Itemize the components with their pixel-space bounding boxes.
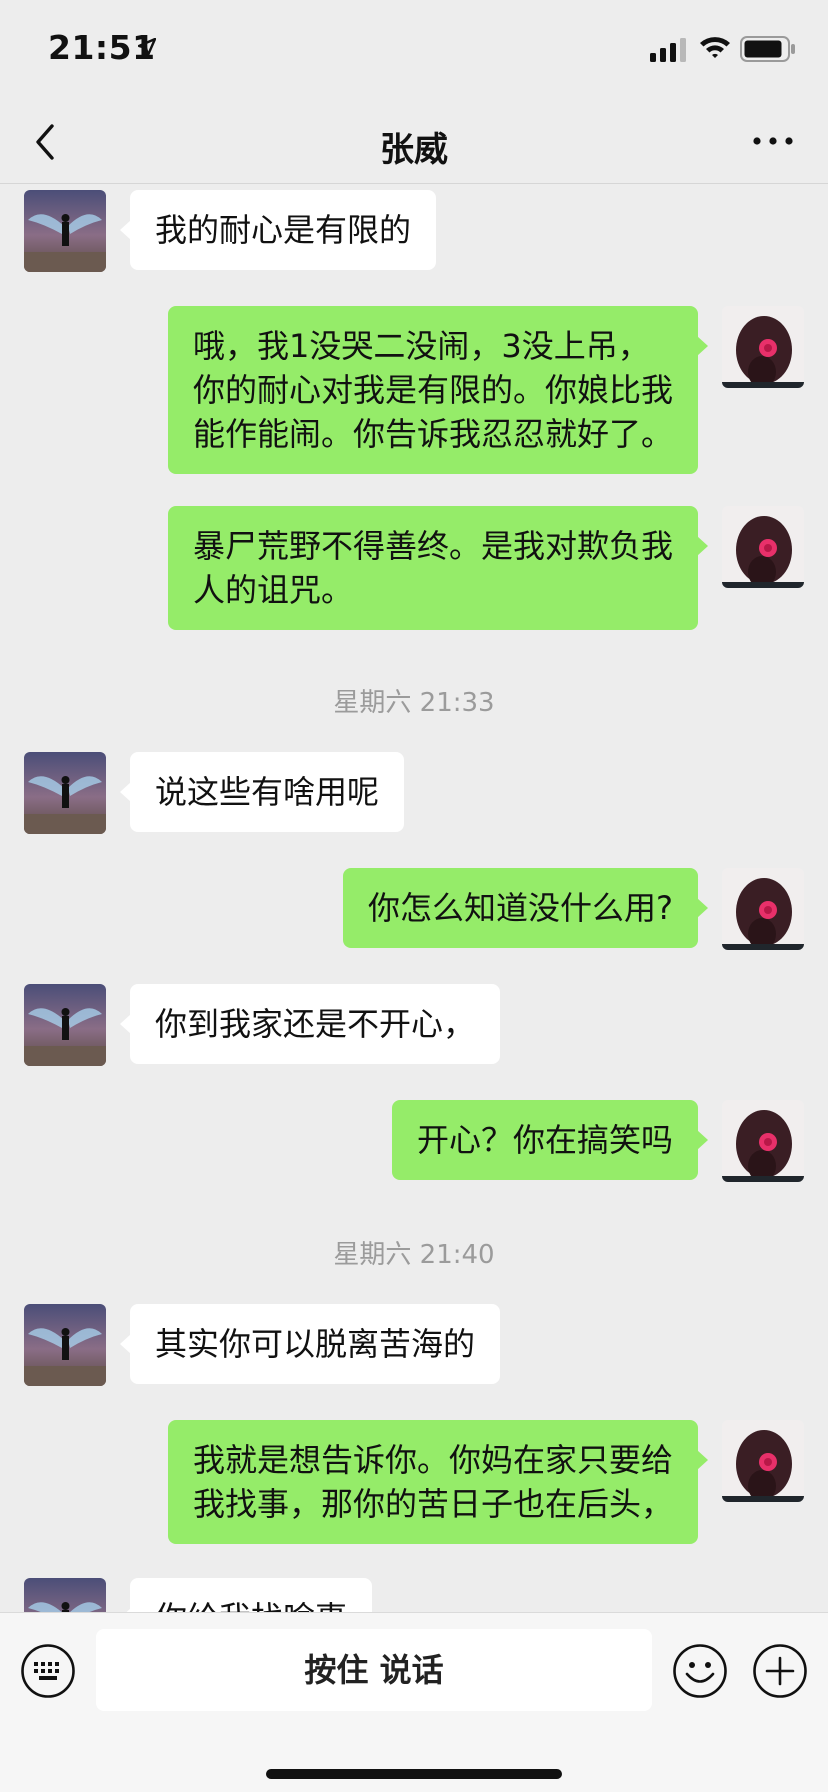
more-icon[interactable] <box>748 126 798 156</box>
my-avatar[interactable] <box>722 1100 804 1182</box>
my-avatar[interactable] <box>722 1420 804 1502</box>
received-message[interactable]: 说这些有啥用呢 <box>119 752 405 832</box>
location-arrow-icon <box>138 38 156 56</box>
contact-avatar[interactable] <box>24 1304 106 1386</box>
sent-message[interactable]: 你怎么知道没什么用? <box>343 868 708 948</box>
status-bar: 21:51 <box>0 0 828 100</box>
message-list[interactable]: 我的耐心是有限的 哦，我1没哭二没闹，3没上吊， 你的耐心对我是有限的。你娘比我… <box>0 184 828 1612</box>
signal-icon <box>650 38 686 62</box>
contact-avatar[interactable] <box>24 752 106 834</box>
plus-icon[interactable] <box>752 1643 808 1699</box>
nav-bar: 张威 <box>0 100 828 184</box>
timestamp: 星期六 21:40 <box>333 1240 495 1270</box>
received-message[interactable]: 我的耐心是有限的 <box>119 190 437 270</box>
input-bar: 按住 说话 <box>0 1612 828 1792</box>
received-message[interactable]: 你到我家还是不开心， <box>119 984 501 1064</box>
sent-message[interactable]: 我就是想告诉你。你妈在家只要给 我找事，那你的苦日子也在后头， <box>167 1420 709 1544</box>
received-message[interactable]: 你给我找啥事 <box>119 1578 373 1612</box>
sent-message[interactable]: 哦，我1没哭二没闹，3没上吊， 你的耐心对我是有限的。你娘比我 能作能闹。你告诉… <box>167 306 709 474</box>
my-avatar[interactable] <box>722 306 804 388</box>
my-avatar[interactable] <box>722 506 804 588</box>
contact-avatar[interactable] <box>24 1578 106 1612</box>
hold-to-talk-button[interactable]: 按住 说话 <box>96 1629 652 1711</box>
sent-message[interactable]: 开心？你在搞笑吗 <box>391 1100 709 1180</box>
sent-message[interactable]: 暴尸荒野不得善终。是我对欺负我 人的诅咒。 <box>167 506 709 630</box>
battery-icon <box>740 36 795 62</box>
my-avatar[interactable] <box>722 868 804 950</box>
wifi-icon <box>700 37 730 58</box>
emoji-icon[interactable] <box>672 1643 728 1699</box>
timestamp: 星期六 21:33 <box>333 688 495 718</box>
chat-title: 张威 <box>380 130 448 170</box>
keyboard-icon[interactable] <box>20 1643 76 1699</box>
home-indicator <box>266 1769 562 1779</box>
received-message[interactable]: 其实你可以脱离苦海的 <box>119 1304 501 1384</box>
contact-avatar[interactable] <box>24 984 106 1066</box>
contact-avatar[interactable] <box>24 190 106 272</box>
